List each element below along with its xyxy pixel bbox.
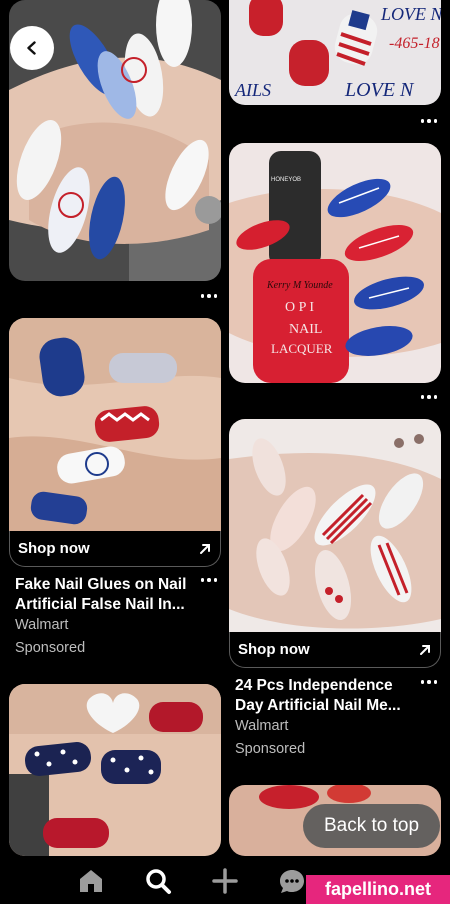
bottle-text: Kerry M Younde xyxy=(266,280,333,291)
plus-icon[interactable] xyxy=(210,866,240,896)
shop-now-bar[interactable]: Shop now xyxy=(9,531,221,567)
pin-image: Kerry M Younde O P I NAIL LACQUER HONEYO… xyxy=(229,143,441,383)
more-options-icon[interactable] xyxy=(199,575,219,585)
arrow-up-right-icon xyxy=(420,644,430,655)
back-to-top-button[interactable]: Back to top xyxy=(303,804,440,848)
back-button[interactable] xyxy=(10,26,54,70)
bottle-text: LACQUER xyxy=(271,341,333,356)
pin-sponsored-label: Sponsored xyxy=(15,640,86,656)
pin-image xyxy=(9,684,221,856)
pin-image-flag-nails[interactable]: LOVE N -465-18 AILS LOVE N xyxy=(229,0,441,105)
pin-seller[interactable]: Walmart xyxy=(235,718,288,734)
shop-now-bar[interactable]: Shop now xyxy=(229,632,441,668)
more-options-icon[interactable] xyxy=(419,677,439,687)
pin-image: LOVE N -465-18 AILS LOVE N xyxy=(229,0,441,105)
overlay-text: LOVE N xyxy=(344,79,415,101)
pin-title[interactable]: Fake Nail Glues on Nail Artificial False… xyxy=(15,575,205,615)
pin-image-polka-nails[interactable] xyxy=(9,684,221,856)
more-options-icon[interactable] xyxy=(419,116,439,126)
shop-now-label: Shop now xyxy=(238,641,310,658)
search-icon[interactable] xyxy=(143,866,173,896)
pin-image xyxy=(229,419,441,633)
pin-image-stars-stripes-nails[interactable] xyxy=(9,318,221,532)
overlay-text: LOVE N xyxy=(380,4,441,24)
pin-sponsored-label: Sponsored xyxy=(235,741,306,757)
bottle-text: O P I xyxy=(285,300,314,315)
watermark: fapellino.net xyxy=(306,875,450,904)
overlay-text: -465-18 xyxy=(389,35,440,52)
overlay-text: AILS xyxy=(234,80,271,100)
bottle-text: NAIL xyxy=(289,322,322,337)
bottle-text: HONEYOB xyxy=(271,177,301,183)
pin-image-almond-flag-nails[interactable] xyxy=(229,419,441,633)
shop-now-label: Shop now xyxy=(18,540,90,557)
chat-icon[interactable] xyxy=(277,866,307,896)
more-options-icon[interactable] xyxy=(199,291,219,301)
pin-seller[interactable]: Walmart xyxy=(15,617,68,633)
arrow-up-right-icon xyxy=(200,543,210,554)
pin-image-opi-lacquer[interactable]: Kerry M Younde O P I NAIL LACQUER HONEYO… xyxy=(229,143,441,383)
pin-title[interactable]: 24 Pcs Independence Day Artificial Nail … xyxy=(235,676,425,716)
pin-image xyxy=(9,318,221,532)
more-options-icon[interactable] xyxy=(419,392,439,402)
home-icon[interactable] xyxy=(76,866,106,896)
chevron-left-icon xyxy=(27,41,36,55)
